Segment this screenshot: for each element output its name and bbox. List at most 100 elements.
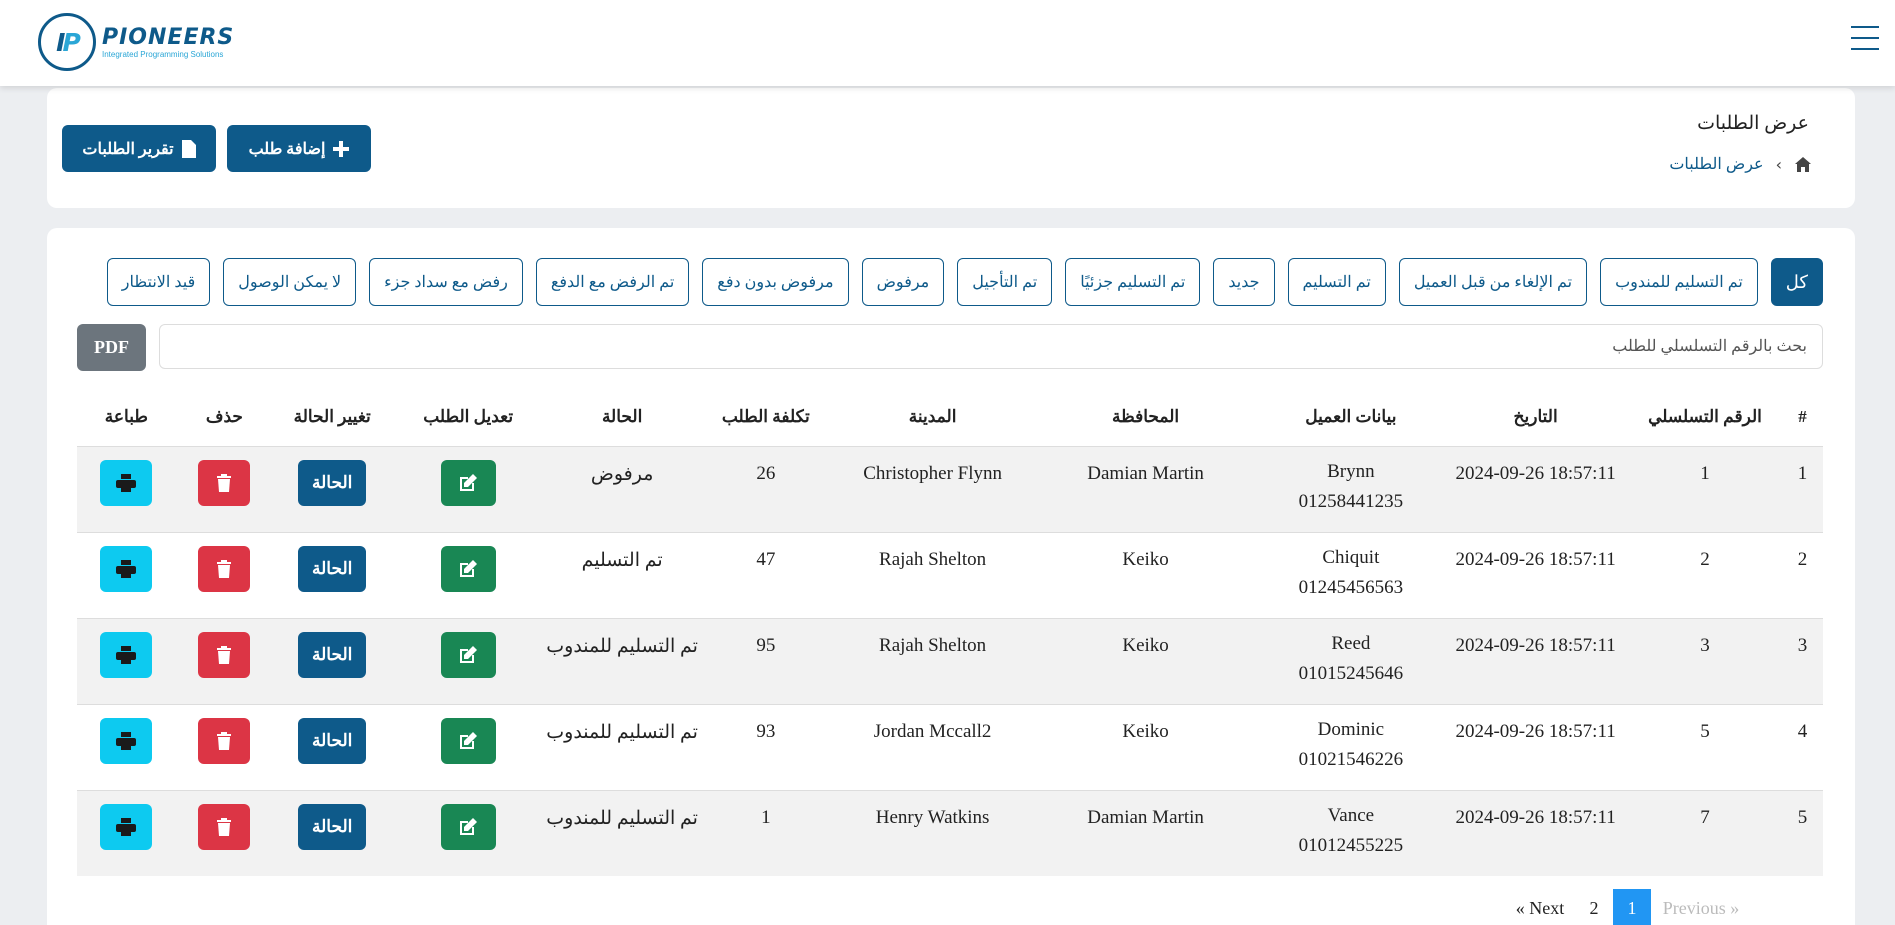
edit-order-button[interactable] <box>440 631 496 678</box>
delete-button[interactable] <box>198 803 251 850</box>
col-date: التاريخ <box>1513 406 1558 426</box>
cell-index: 5 <box>1781 789 1823 876</box>
edit-order-button[interactable] <box>440 717 496 764</box>
print-button[interactable] <box>100 631 153 678</box>
change-status-button[interactable]: الحالة <box>298 631 367 678</box>
edit-order-button[interactable] <box>440 803 496 850</box>
page-header-card: عرض الطلبات ‹ عرض الطلبات إضافة طلب تقري… <box>47 88 1855 208</box>
filter-delivered-to-courier[interactable]: تم التسليم للمندوب <box>1600 258 1758 306</box>
cell-serial: 5 <box>1628 703 1782 790</box>
trash-icon <box>217 473 232 492</box>
edit-order-button[interactable] <box>440 459 496 506</box>
filter-all[interactable]: كل <box>1770 258 1823 306</box>
edit-order-button[interactable] <box>440 545 496 592</box>
change-status-button[interactable]: الحالة <box>298 459 367 506</box>
search-input[interactable] <box>159 324 1823 369</box>
brand-logo[interactable]: IP PIONEERS Integrated Programming Solut… <box>38 12 234 72</box>
customer-name: Dominic <box>1317 718 1385 740</box>
col-change-status: تغيير الحالة <box>293 406 371 426</box>
filter-pending[interactable]: قيد الانتظار <box>106 258 211 306</box>
cell-city: Rajah Shelton <box>832 617 1033 704</box>
filter-cancelled-by-customer[interactable]: تم الإلغاء من قبل العميل <box>1398 258 1588 306</box>
cell-index: 2 <box>1781 531 1823 618</box>
cell-status: تم التسليم للمندوب <box>545 789 700 876</box>
brand-name: PIONEERS <box>102 24 235 50</box>
cell-date: 2024-09-26 18:57:11 <box>1443 789 1628 876</box>
filter-rejected-partial-payment[interactable]: رفض مع سداد جزء <box>369 258 523 306</box>
printer-icon <box>116 473 137 492</box>
file-icon <box>181 139 196 158</box>
customer-phone: 01012455225 <box>1298 834 1404 856</box>
trash-icon <box>217 817 232 836</box>
cell-date: 2024-09-26 18:57:11 <box>1443 617 1628 704</box>
filter-unreachable[interactable]: لا يمكن الوصول <box>223 258 357 306</box>
cell-status: تم التسليم للمندوب <box>545 703 700 790</box>
filter-rejected-no-payment[interactable]: مرفوض بدون دفع <box>702 258 849 306</box>
col-city: المدينة <box>908 406 957 426</box>
col-cost: تكلفة الطلب <box>721 406 810 426</box>
print-button[interactable] <box>100 717 153 764</box>
menu-toggle-icon[interactable] <box>1851 26 1879 52</box>
filter-delivered[interactable]: تم التسليم <box>1287 258 1386 306</box>
table-row: 1 1 2024-09-26 18:57:11 Brynn 01258441235… <box>77 445 1823 532</box>
customer-name: Reed <box>1331 632 1371 654</box>
col-index: # <box>1798 406 1807 426</box>
customer-phone: 01245456563 <box>1298 576 1404 598</box>
orders-table: # الرقم التسلسلي التاريخ بيانات العميل ا… <box>77 388 1823 876</box>
delete-button[interactable] <box>198 459 251 506</box>
delete-button[interactable] <box>198 631 251 678</box>
pagination-page-1[interactable]: 1 <box>1613 889 1651 925</box>
cell-governorate: Keiko <box>1032 617 1259 704</box>
pdf-export-button[interactable]: PDF <box>77 324 146 371</box>
table-header-row: # الرقم التسلسلي التاريخ بيانات العميل ا… <box>77 388 1823 446</box>
delete-button[interactable] <box>198 717 251 764</box>
printer-icon <box>116 559 137 578</box>
col-delete: حذف <box>205 406 243 426</box>
cell-cost: 95 <box>699 617 833 704</box>
filter-partially-delivered[interactable]: تم التسليم جزئيًا <box>1065 258 1201 306</box>
print-button[interactable] <box>100 459 153 506</box>
change-status-button[interactable]: الحالة <box>298 717 367 764</box>
change-status-button[interactable]: الحالة <box>298 803 367 850</box>
pagination-page-2[interactable]: 2 <box>1575 889 1613 925</box>
edit-icon <box>460 645 478 663</box>
table-row: 3 3 2024-09-26 18:57:11 Reed 01015245646 … <box>77 617 1823 704</box>
status-filter-bar: كل تم التسليم للمندوب تم الإلغاء من قبل … <box>106 258 1823 306</box>
chevron-icon: ‹ <box>1775 154 1782 174</box>
filter-rejected[interactable]: مرفوض <box>861 258 945 306</box>
orders-report-button[interactable]: تقرير الطلبات <box>62 125 216 172</box>
trash-icon <box>217 645 232 664</box>
page-title: عرض الطلبات <box>1697 113 1809 134</box>
print-button[interactable] <box>100 545 153 592</box>
cell-serial: 1 <box>1628 445 1782 532</box>
cell-status: تم التسليم للمندوب <box>545 617 700 704</box>
cell-governorate: Damian Martin <box>1032 789 1259 876</box>
col-governorate: المحافظة <box>1112 406 1180 426</box>
filter-rejected-with-payment[interactable]: تم الرفض مع الدفع <box>535 258 690 306</box>
cell-status: تم التسليم <box>545 531 700 618</box>
cell-status: مرفوض <box>545 445 700 532</box>
pagination-previous[interactable]: Previous » <box>1651 889 1751 925</box>
cell-date: 2024-09-26 18:57:11 <box>1443 531 1628 618</box>
cell-city: Rajah Shelton <box>832 531 1033 618</box>
add-order-button[interactable]: إضافة طلب <box>227 125 371 172</box>
home-icon[interactable] <box>1794 156 1812 173</box>
cell-governorate: Keiko <box>1032 703 1259 790</box>
filter-postponed[interactable]: تم التأجيل <box>957 258 1053 306</box>
pagination: « Next 2 1 Previous » <box>1505 889 1751 925</box>
print-button[interactable] <box>100 803 153 850</box>
table-row: 2 2 2024-09-26 18:57:11 Chiquit 012454565… <box>77 531 1823 618</box>
trash-icon <box>217 559 232 578</box>
cell-index: 3 <box>1781 617 1823 704</box>
cell-cost: 93 <box>699 703 833 790</box>
cell-cost: 1 <box>699 789 833 876</box>
cell-city: Christopher Flynn <box>832 445 1033 532</box>
cell-customer: Chiquit 01245456563 <box>1258 531 1444 618</box>
breadcrumb-current[interactable]: عرض الطلبات <box>1669 154 1763 174</box>
change-status-button[interactable]: الحالة <box>298 545 367 592</box>
delete-button[interactable] <box>198 545 251 592</box>
edit-icon <box>460 473 478 491</box>
filter-new[interactable]: جديد <box>1213 258 1275 306</box>
pagination-next[interactable]: « Next <box>1505 889 1575 925</box>
cell-cost: 26 <box>699 445 833 532</box>
